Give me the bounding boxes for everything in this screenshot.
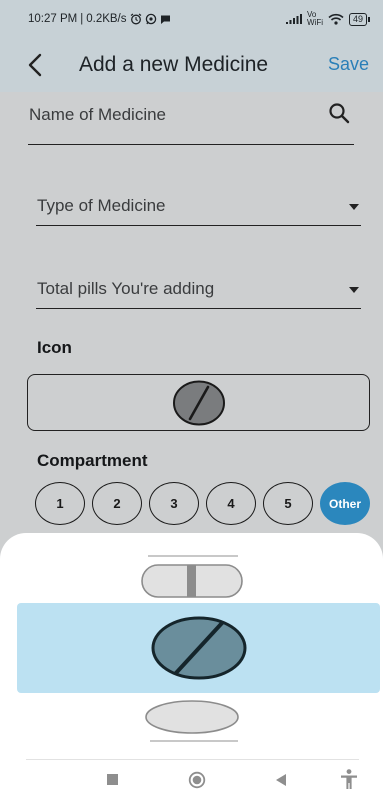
icon-picker-sheet: [0, 533, 383, 761]
capsule-icon: [140, 564, 243, 598]
battery-indicator: 49: [348, 12, 371, 26]
total-pills-placeholder: Total pills You're adding: [37, 279, 215, 298]
status-left: 10:27 PM | 0.2KB/s: [28, 13, 171, 25]
icon-option-oval-tablet[interactable]: [0, 697, 383, 737]
compartment-option-5[interactable]: 5: [263, 482, 313, 525]
volte-indicator: Vo WiFi: [307, 11, 323, 27]
total-pills-dropdown[interactable]: Total pills You're adding: [36, 270, 361, 309]
sheet-top-divider: [148, 555, 238, 557]
whatsapp-icon: [145, 13, 156, 25]
status-bar: 10:27 PM | 0.2KB/s Vo WiFi 49: [0, 0, 383, 38]
wifi-icon: [328, 13, 344, 25]
status-speed: 0.2KB/s: [86, 13, 127, 25]
signal-icon: [285, 14, 302, 24]
alarm-icon: [130, 13, 141, 25]
round-tablet-icon: [151, 616, 246, 680]
compartment-option-2[interactable]: 2: [92, 482, 142, 525]
chat-bubble-icon: [160, 15, 170, 24]
recent-apps-icon[interactable]: [107, 774, 118, 785]
icon-section-label: Icon: [37, 338, 72, 357]
search-icon[interactable]: [328, 102, 350, 124]
chevron-down-icon: [349, 287, 359, 293]
medicine-name-placeholder: Name of Medicine: [29, 105, 167, 124]
icon-option-capsule[interactable]: [0, 563, 383, 599]
compartment-option-4[interactable]: 4: [206, 482, 256, 525]
compartment-option-1[interactable]: 1: [35, 482, 85, 525]
sheet-bottom-divider: [150, 740, 238, 742]
compartment-option-3[interactable]: 3: [149, 482, 199, 525]
status-separator: |: [80, 13, 84, 25]
medicine-type-placeholder: Type of Medicine: [37, 196, 166, 215]
chevron-down-icon: [349, 204, 359, 210]
medicine-name-field[interactable]: Name of Medicine: [28, 92, 354, 145]
system-navigation-bar: [0, 761, 383, 791]
home-icon[interactable]: [188, 771, 206, 789]
icon-option-round-tablet[interactable]: [17, 603, 380, 693]
app-bar: Add a new Medicine Save: [0, 38, 383, 92]
accessibility-icon[interactable]: [340, 769, 358, 789]
back-triangle-icon[interactable]: [276, 774, 287, 786]
status-time: 10:27 PM: [28, 13, 78, 25]
medicine-form: Name of Medicine Type of Medicine Total …: [0, 92, 383, 542]
status-right: Vo WiFi 49: [285, 11, 371, 27]
page-title: Add a new Medicine: [79, 53, 269, 76]
medicine-type-dropdown[interactable]: Type of Medicine: [36, 187, 361, 226]
save-button[interactable]: Save: [328, 54, 369, 75]
compartment-option-other[interactable]: Other: [320, 482, 370, 525]
compartment-section-label: Compartment: [37, 451, 148, 470]
round-tablet-icon: [172, 380, 225, 425]
icon-selector-box[interactable]: [27, 374, 370, 431]
compartment-options: 1 2 3 4 5 Other: [35, 482, 370, 525]
back-arrow-icon[interactable]: [24, 52, 48, 78]
oval-tablet-icon: [144, 700, 239, 734]
sheet-footer-divider: [26, 759, 359, 760]
wifi-label: WiFi: [306, 18, 323, 27]
